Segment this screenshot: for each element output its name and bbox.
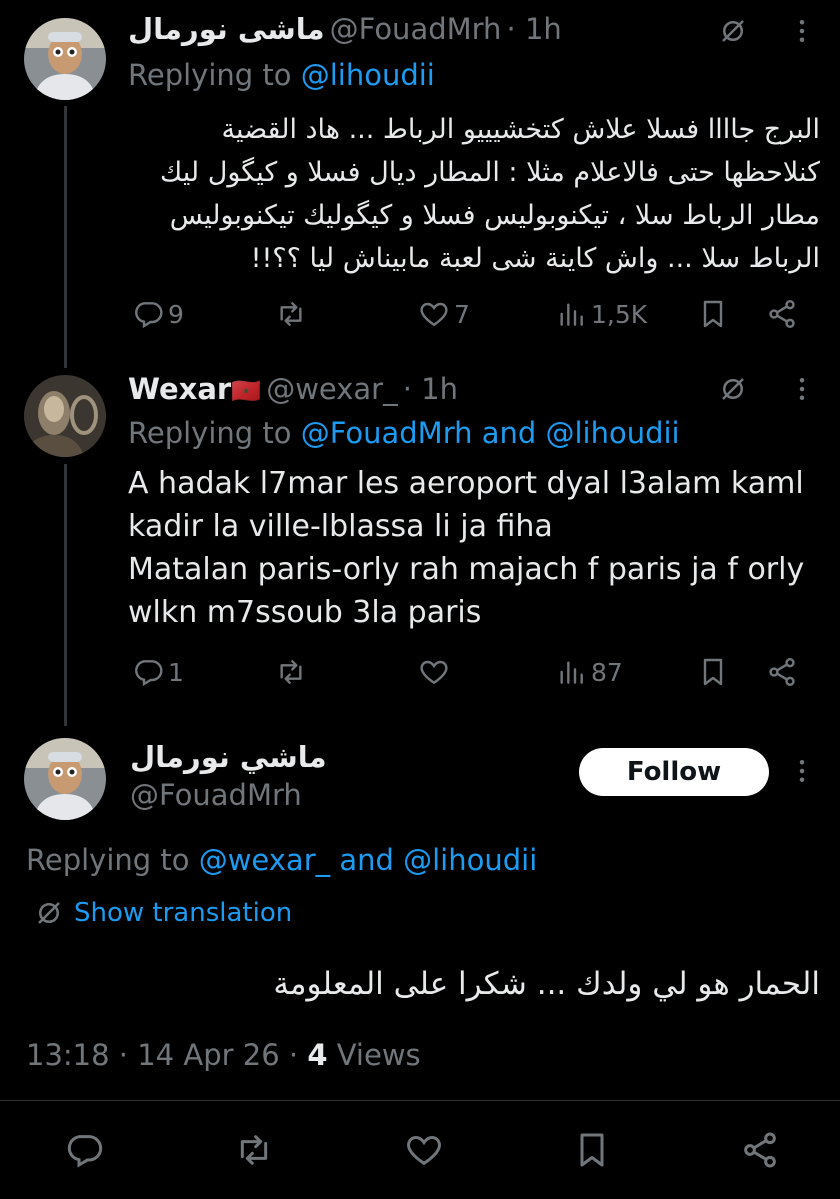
views-icon (555, 656, 587, 688)
retweet-icon (234, 1130, 274, 1170)
grok-icon[interactable] (718, 374, 748, 408)
text-line: البرج جاااا فسلا علاش كتخشيييو الرباط ..… (221, 114, 820, 145)
handle[interactable]: @FouadMrh (330, 12, 502, 46)
display-name[interactable]: ماشى نورمال (128, 12, 325, 46)
reply-button[interactable] (64, 1130, 104, 1170)
show-translation-button[interactable]: Show translation (34, 898, 292, 928)
reply-count: 1 (168, 657, 184, 687)
follow-button[interactable]: Follow (579, 748, 769, 796)
like-button[interactable]: 7 (418, 298, 470, 330)
bookmark-icon (572, 1130, 612, 1170)
translate-icon (34, 898, 64, 928)
avatar[interactable] (24, 18, 106, 100)
retweet-button[interactable] (275, 656, 311, 688)
retweet-icon (275, 656, 307, 688)
replying-prefix: Replying to (26, 843, 190, 877)
bookmark-icon (697, 298, 729, 330)
show-translation-label: Show translation (74, 898, 293, 928)
tweet-date[interactable]: · 14 Apr 26 · (119, 1038, 298, 1072)
share-button[interactable] (740, 1130, 780, 1170)
reply-count: 9 (168, 299, 184, 329)
like-button[interactable] (418, 656, 454, 688)
tweet-time[interactable]: 13:18 (26, 1038, 110, 1072)
like-count: 7 (454, 299, 470, 329)
more-icon[interactable] (787, 756, 817, 790)
text-line: كنلاحظها حتى فالاعلام مثلا : المطار ديال… (160, 157, 820, 188)
text-line: wlkn m7ssoub 3la paris (128, 595, 482, 630)
text-line: A hadak l7mar les aeroport dyal l3alam k… (128, 466, 804, 501)
like-icon (404, 1130, 444, 1170)
views-count: 1,5K (591, 299, 648, 329)
timestamp[interactable]: · 1h (507, 12, 562, 46)
share-icon (766, 656, 798, 688)
views-label: Views (336, 1038, 421, 1072)
share-button[interactable] (766, 656, 798, 688)
retweet-icon (275, 298, 307, 330)
mention-link[interactable]: @lihoudii (301, 58, 435, 92)
handle[interactable]: @FouadMrh (130, 778, 302, 812)
handle[interactable]: @wexar_ (266, 372, 397, 406)
tweet-text: البرج جاااا فسلا علاش كتخشيييو الرباط ..… (128, 108, 820, 280)
avatar[interactable] (24, 375, 106, 457)
reply-icon (132, 656, 164, 688)
retweet-button[interactable] (275, 298, 311, 330)
bookmark-button[interactable] (572, 1130, 612, 1170)
display-name[interactable]: Wexar (128, 372, 231, 406)
divider (0, 1100, 840, 1101)
reply-button[interactable]: 1 (132, 656, 184, 688)
display-name[interactable]: ماشي نورمال (130, 740, 327, 774)
reply-icon (132, 298, 164, 330)
retweet-button[interactable] (234, 1130, 274, 1170)
reply-button[interactable]: 9 (132, 298, 184, 330)
timestamp[interactable]: · 1h (403, 372, 458, 406)
tweet-text: A hadak l7mar les aeroport dyal l3alam k… (128, 462, 818, 634)
text-line: مطار الرباط سلا ، تيكنوبوليس فسلا و كيگو… (169, 200, 820, 231)
bookmark-icon (697, 656, 729, 688)
share-icon (740, 1130, 780, 1170)
bookmark-button[interactable] (697, 298, 729, 330)
views-button[interactable]: 1,5K (555, 298, 647, 330)
share-icon (766, 298, 798, 330)
text-line: الرباط سلا ... واش كاينة شى لعبة مابيناش… (250, 243, 820, 274)
text-line: kadir la ville-lblassa li ja fiha (128, 509, 553, 544)
more-icon[interactable] (787, 374, 817, 408)
replying-prefix: Replying to (128, 416, 292, 450)
tweet-header: ماشى نورمال @FouadMrh · 1h (128, 12, 562, 46)
replying-to: Replying to @wexar_ and @lihoudii (26, 843, 537, 877)
views-icon (555, 298, 587, 330)
tweet-text: الحمار هو لي ولدك ... شكرا على المعلومة (273, 966, 820, 1002)
mention-link[interactable]: @FouadMrh and @lihoudii (301, 416, 680, 450)
views-button[interactable]: 87 (555, 656, 623, 688)
like-button[interactable] (404, 1130, 444, 1170)
more-icon[interactable] (787, 16, 817, 50)
tweet-metadata: 13:18 · 14 Apr 26 · 4 Views (26, 1038, 421, 1072)
views-count: 87 (591, 657, 623, 687)
replying-prefix: Replying to (128, 58, 292, 92)
replying-to: Replying to @FouadMrh and @lihoudii (128, 416, 680, 450)
grok-icon[interactable] (718, 16, 748, 50)
like-icon (418, 656, 450, 688)
mention-link[interactable]: @wexar_ and @lihoudii (199, 843, 538, 877)
thread-line (64, 464, 67, 726)
like-icon (418, 298, 450, 330)
share-button[interactable] (766, 298, 798, 330)
bookmark-button[interactable] (697, 656, 729, 688)
flag-emoji: 🇲🇦 (231, 377, 262, 405)
tweet-header: Wexar🇲🇦 @wexar_ · 1h (128, 372, 458, 406)
text-line: Matalan paris-orly rah majach f paris ja… (128, 552, 805, 587)
views-count: 4 (307, 1038, 328, 1072)
avatar[interactable] (24, 738, 106, 820)
reply-icon (64, 1130, 104, 1170)
thread-line (64, 106, 67, 368)
replying-to: Replying to @lihoudii (128, 58, 435, 92)
